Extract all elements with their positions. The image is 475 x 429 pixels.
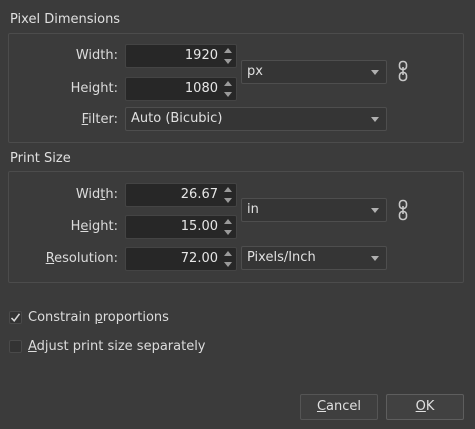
- resolution-spinbox[interactable]: 72.00: [125, 247, 237, 271]
- spin-up-icon[interactable]: [224, 81, 232, 86]
- pixel-height-label: Height:: [70, 81, 118, 96]
- pixel-width-spinbox[interactable]: 1920: [125, 44, 237, 68]
- print-width-value: 26.67: [180, 187, 218, 202]
- print-size-title: Print Size: [10, 151, 71, 166]
- constrain-proportions-label[interactable]: Constrain proportions: [28, 310, 169, 325]
- adjust-print-size-checkbox[interactable]: [9, 340, 22, 353]
- print-unit-select[interactable]: in: [241, 198, 387, 222]
- spin-down-icon[interactable]: [224, 198, 232, 203]
- print-height-spinbox[interactable]: 15.00: [125, 215, 237, 239]
- spin-down-icon[interactable]: [224, 262, 232, 267]
- print-width-spinbox[interactable]: 26.67: [125, 183, 237, 207]
- spin-up-icon[interactable]: [224, 187, 232, 192]
- print-unit-value: in: [247, 202, 259, 217]
- print-height-value: 15.00: [180, 219, 218, 234]
- print-height-label: Height:: [70, 219, 118, 234]
- pixel-unit-select[interactable]: px: [241, 60, 387, 84]
- constrain-proportions-checkbox[interactable]: [9, 311, 22, 324]
- pixel-width-label: Width:: [75, 48, 118, 63]
- chain-link-icon[interactable]: [398, 199, 408, 221]
- spin-up-icon[interactable]: [224, 251, 232, 256]
- cancel-button[interactable]: Cancel: [300, 394, 378, 420]
- chevron-down-icon: [371, 256, 379, 261]
- chain-link-icon[interactable]: [398, 60, 408, 82]
- ok-button[interactable]: OK: [386, 394, 464, 420]
- chevron-down-icon: [371, 208, 379, 213]
- spin-down-icon[interactable]: [224, 59, 232, 64]
- pixel-dimensions-title: Pixel Dimensions: [10, 12, 121, 27]
- resolution-value: 72.00: [180, 251, 218, 266]
- pixel-height-value: 1080: [184, 81, 218, 96]
- checkmark-icon: [10, 313, 21, 323]
- filter-select[interactable]: Auto (Bicubic): [125, 107, 387, 131]
- print-width-label: Width:: [75, 187, 118, 202]
- resolution-unit-value: Pixels/Inch: [247, 250, 316, 265]
- spin-down-icon[interactable]: [224, 92, 232, 97]
- resolution-unit-select[interactable]: Pixels/Inch: [241, 246, 387, 270]
- resolution-label: Resolution:: [45, 251, 118, 266]
- adjust-print-size-label[interactable]: Adjust print size separately: [28, 339, 206, 354]
- filter-label: Filter:: [81, 112, 118, 127]
- chevron-down-icon: [371, 117, 379, 122]
- pixel-width-value: 1920: [184, 48, 218, 63]
- spin-up-icon[interactable]: [224, 219, 232, 224]
- chevron-down-icon: [371, 70, 379, 75]
- pixel-height-spinbox[interactable]: 1080: [125, 77, 237, 101]
- pixel-unit-value: px: [247, 64, 263, 79]
- spin-up-icon[interactable]: [224, 48, 232, 53]
- spin-down-icon[interactable]: [224, 230, 232, 235]
- filter-value: Auto (Bicubic): [131, 111, 223, 126]
